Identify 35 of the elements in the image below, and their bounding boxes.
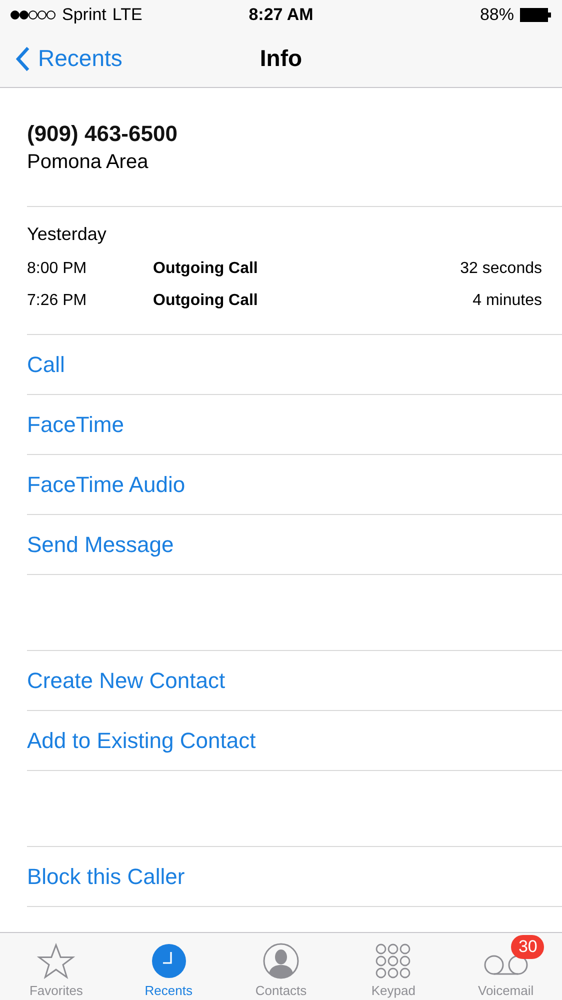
tab-item[interactable]: Voicemail 30 [450,933,562,1000]
clock-time: 8:27 AM [248,5,314,25]
call-type: Outgoing Call [153,260,259,278]
location-label: Pomona Area [27,151,150,174]
tab-item[interactable]: Contacts [224,933,338,1000]
action-link[interactable]: FaceTime Audio [27,472,186,498]
call-time: 8:00 PM [27,260,88,278]
tab-item[interactable]: Favorites [0,933,112,1000]
phone-number: (909) 463-6500 [27,121,178,147]
action-link[interactable]: Send Message [27,532,174,558]
battery-icon [520,8,552,22]
carrier-name: Sprint [62,5,106,25]
signal-icon [10,10,56,20]
action-link[interactable]: Add to Existing Contact [27,728,256,754]
screen-title: Info [260,45,302,71]
call-duration: 32 seconds [460,260,542,278]
back-chevron-icon [16,46,30,72]
action-link[interactable]: Call [27,352,65,378]
action-link[interactable]: Create New Contact [27,668,226,694]
battery-percentage: 88% [480,5,514,25]
day-label: Yesterday [27,224,108,245]
keypad-icon [375,943,412,979]
action-link[interactable]: Block this Caller [27,864,185,890]
call-type: Outgoing Call [153,292,259,310]
tab-item[interactable]: Recents [112,933,225,1000]
badge-count: 30 [511,935,544,959]
call-duration: 4 minutes [472,292,542,310]
star-icon [37,943,76,979]
tab-item[interactable]: Keypad [337,933,450,1000]
action-link[interactable]: FaceTime [27,412,124,438]
clock-icon [150,943,187,979]
call-time: 7:26 PM [27,292,88,310]
back-button[interactable]: Recents [0,45,122,72]
person-icon [263,943,300,979]
network-type: LTE [112,5,142,25]
